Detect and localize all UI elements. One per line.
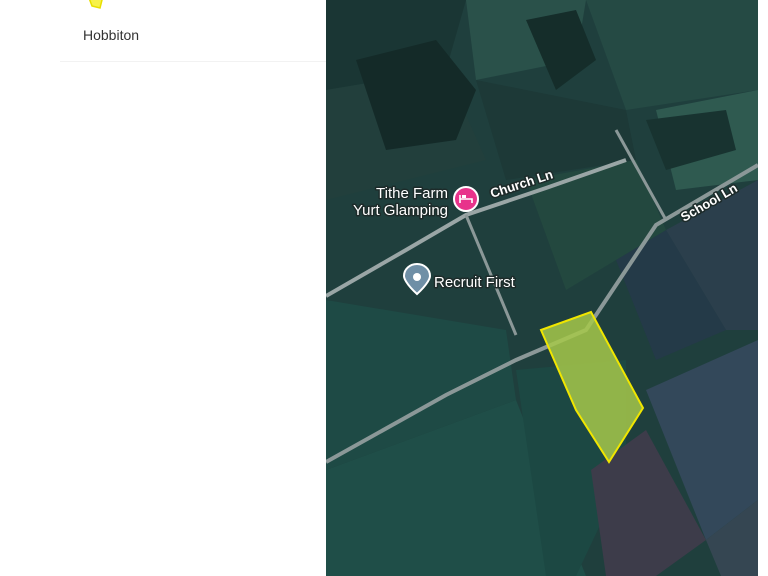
poi-label: Recruit First: [434, 274, 516, 291]
plot-outline-icon[interactable]: [86, 0, 108, 10]
results-panel: Hobbiton: [0, 0, 326, 576]
divider: [60, 61, 326, 62]
poi-label-line1: Tithe Farm: [376, 185, 448, 202]
map-edge: [758, 0, 768, 576]
satellite-map[interactable]: Church Ln School Ln Tithe Farm Yurt Glam…: [326, 0, 758, 576]
poi-label-line2: Yurt Glamping: [353, 202, 448, 219]
place-name[interactable]: Hobbiton: [83, 27, 139, 43]
bed-icon: [453, 186, 479, 212]
